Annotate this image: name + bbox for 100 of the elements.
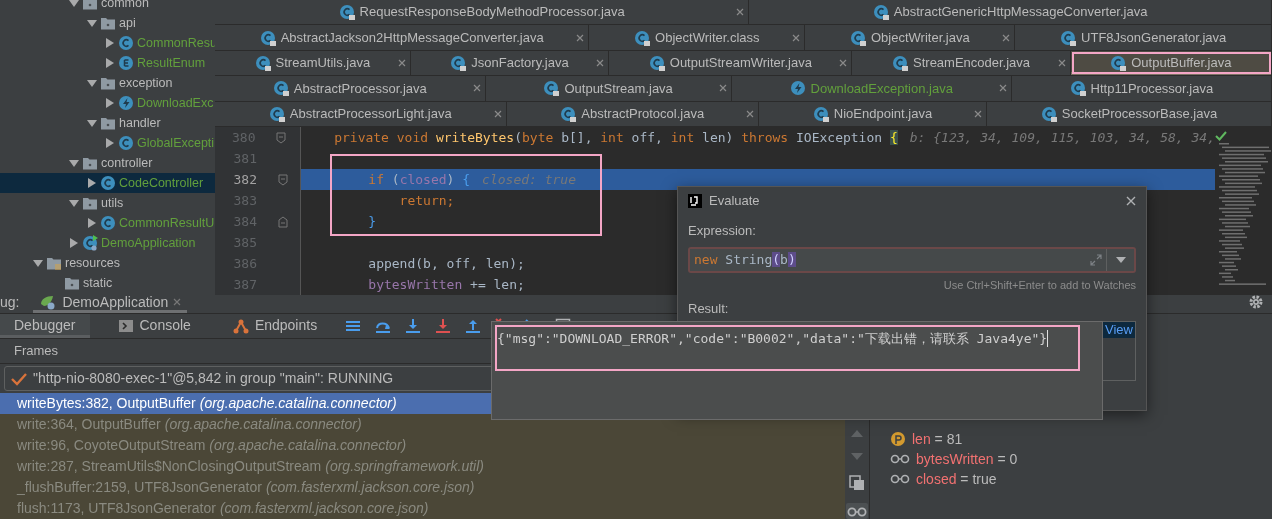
- code-line: }: [367, 212, 377, 231]
- editor-tab[interactable]: StreamUtils.java: [215, 50, 411, 76]
- panel-tab[interactable]: Debugger: [0, 314, 90, 338]
- tree-item[interactable]: controller: [0, 153, 215, 173]
- pane-title: Frames: [14, 342, 59, 361]
- editor-tab[interactable]: OutputStream.java: [485, 76, 732, 101]
- close-icon[interactable]: [576, 33, 585, 42]
- close-icon[interactable]: [1126, 196, 1136, 206]
- triangle-down-icon[interactable]: [87, 118, 97, 128]
- editor-tab[interactable]: SocketProcessorBase.java: [986, 101, 1272, 127]
- tree-item[interactable]: DemoApplication: [0, 233, 215, 253]
- locked-class-icon: [1110, 55, 1127, 71]
- tree-item[interactable]: DownloadExc: [0, 93, 215, 113]
- editor-tab[interactable]: ObjectWriter.class: [589, 25, 806, 50]
- editor-tab[interactable]: JsonFactory.java: [410, 50, 610, 76]
- tree-item[interactable]: common: [0, 0, 215, 13]
- triangle-down-icon[interactable]: [69, 198, 79, 208]
- folder-icon: [64, 275, 80, 291]
- glasses-icon[interactable]: [846, 503, 868, 519]
- tree-item[interactable]: exception: [0, 73, 215, 93]
- step-into-icon[interactable]: [405, 317, 422, 334]
- locked-class-icon: [812, 105, 829, 122]
- tree-item[interactable]: static: [0, 273, 215, 293]
- close-icon[interactable]: [173, 298, 182, 306]
- triangle-right-icon[interactable]: [105, 138, 115, 148]
- panel-title: ug:: [0, 292, 20, 312]
- triangle-down-icon[interactable]: [33, 258, 43, 268]
- triangle-right-icon[interactable]: [87, 178, 97, 188]
- editor-tab[interactable]: AbstractProcessor.java: [215, 76, 486, 101]
- settings-icon[interactable]: [1248, 294, 1264, 310]
- hint-text: Use Ctrl+Shift+Enter to add to Watches: [942, 277, 1136, 293]
- folder-icon: [100, 115, 116, 131]
- locked-class-icon: [450, 55, 467, 71]
- editor-tab[interactable]: StreamEncoder.java: [852, 50, 1071, 76]
- close-icon[interactable]: [839, 59, 848, 67]
- editor-tab[interactable]: DownloadException.java: [731, 76, 1012, 101]
- step-out-icon[interactable]: [465, 317, 482, 334]
- close-icon[interactable]: [998, 84, 1007, 93]
- editor-tab[interactable]: Http11Processor.java: [1011, 76, 1272, 101]
- editor-tab[interactable]: NioEndpoint.java: [759, 101, 987, 127]
- parameter-icon: [890, 431, 906, 447]
- fold-icon[interactable]: [278, 173, 288, 186]
- close-icon[interactable]: [397, 59, 406, 67]
- panel-tab[interactable]: Endpoints: [218, 314, 332, 338]
- close-icon[interactable]: [1002, 33, 1011, 42]
- editor-tab[interactable]: AbstractProtocol.java: [506, 101, 759, 127]
- view-link[interactable]: View: [1105, 321, 1133, 338]
- copy-icon[interactable]: [849, 475, 865, 491]
- tree-item[interactable]: api: [0, 13, 215, 33]
- tree-item[interactable]: utils: [0, 193, 215, 213]
- close-icon[interactable]: [736, 8, 745, 17]
- force-step-into-icon[interactable]: [435, 317, 452, 334]
- close-icon[interactable]: [718, 84, 727, 93]
- editor-tab[interactable]: ObjectWriter.java: [805, 25, 1016, 50]
- field-label: Result:: [688, 300, 730, 318]
- tree-item[interactable]: ResultEnum: [0, 53, 215, 73]
- close-icon[interactable]: [746, 109, 754, 118]
- locked-class-icon: [254, 55, 271, 71]
- inline-value: closed: true: [482, 170, 576, 189]
- run-tab[interactable]: DemoApplication: [33, 291, 188, 313]
- close-icon[interactable]: [792, 33, 801, 42]
- class-icon: [100, 215, 116, 231]
- tree-item[interactable]: CodeController: [0, 173, 215, 193]
- editor-tab[interactable]: AbstractGenericHttpMessageConverter.java: [749, 0, 1272, 25]
- close-icon[interactable]: [472, 84, 481, 93]
- close-icon[interactable]: [973, 109, 982, 118]
- code-line: private void writeBytes(byte b[], int off, int len) throws IOException {: [334, 128, 898, 147]
- close-icon[interactable]: [1057, 59, 1066, 67]
- locked-class-icon: [634, 29, 651, 46]
- locked-class-icon: [338, 4, 355, 21]
- locked-class-icon: [849, 29, 866, 46]
- editor-tab[interactable]: OutputBuffer.java: [1070, 50, 1272, 76]
- fold-icon[interactable]: [275, 131, 286, 144]
- locked-class-icon: [560, 105, 577, 122]
- enum-icon: [118, 55, 134, 71]
- editor-tab[interactable]: AbstractJackson2HttpMessageConverter.java: [215, 25, 590, 50]
- dialog-title: Evaluate: [709, 192, 760, 211]
- editor-tab[interactable]: UTF8JsonGenerator.java: [1015, 25, 1272, 50]
- tree-item[interactable]: handler: [0, 113, 215, 133]
- editor-tab[interactable]: RequestResponseBodyMethodProcessor.java: [215, 0, 750, 25]
- triangle-down-icon[interactable]: [69, 158, 79, 168]
- check-icon: [11, 371, 27, 386]
- tree-item[interactable]: CommonResultU: [0, 213, 215, 233]
- line-number: 382: [232, 170, 258, 189]
- triangle-down-icon[interactable]: [87, 78, 97, 88]
- variable-value: closed = true: [916, 469, 997, 489]
- endpoints-icon: [232, 317, 249, 334]
- class-icon: [118, 135, 134, 151]
- close-icon[interactable]: [596, 59, 605, 67]
- editor-tab[interactable]: OutputStreamWriter.java: [609, 50, 853, 76]
- check-icon: [1215, 131, 1227, 141]
- triangle-right-icon[interactable]: [105, 98, 115, 108]
- tree-item[interactable]: GlobalExcepti: [0, 133, 215, 153]
- fold-icon[interactable]: [278, 215, 288, 228]
- tree-item[interactable]: resources: [0, 253, 215, 273]
- locked-class-icon: [648, 55, 665, 71]
- close-icon[interactable]: [493, 109, 502, 118]
- code-line: return;: [398, 191, 455, 210]
- panel-tab[interactable]: Console: [103, 314, 205, 338]
- editor-tab[interactable]: AbstractProcessorLight.java: [215, 101, 507, 127]
